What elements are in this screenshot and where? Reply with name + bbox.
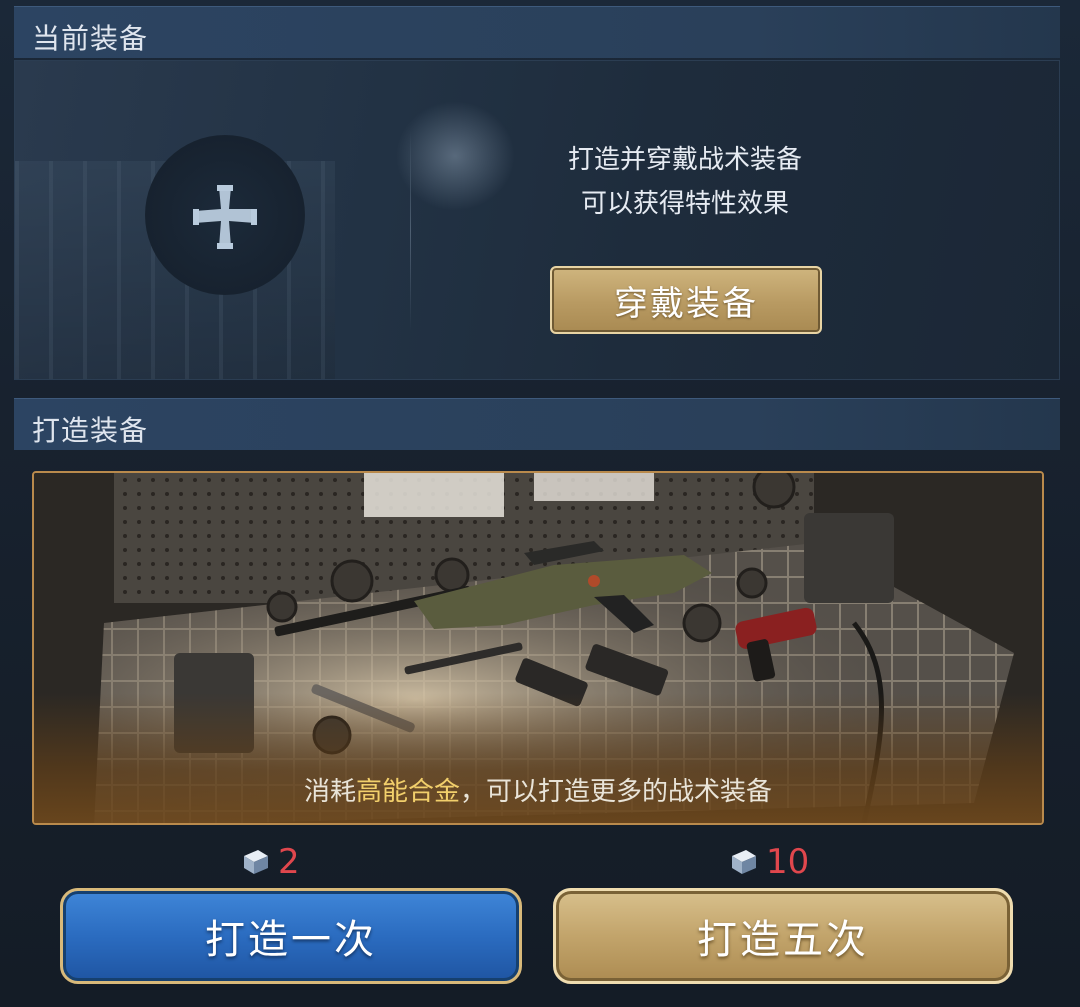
info-line-1: 打造并穿戴战术装备 xyxy=(567,145,802,175)
equipment-slot[interactable] xyxy=(145,135,305,295)
alloy-ingot-icon xyxy=(244,850,268,874)
forge-five-cost-value: 10 xyxy=(766,842,810,882)
desc-prefix: 消耗 xyxy=(303,777,356,807)
forge-once-cost: 2 xyxy=(240,842,300,882)
desc-suffix: ，可以打造更多的战术装备 xyxy=(460,777,773,807)
desc-highlight-material: 高能合金 xyxy=(355,777,460,807)
forge-once-button[interactable]: 打造一次 xyxy=(60,888,522,984)
alloy-ingot-icon xyxy=(732,850,756,874)
forge-banner: 消耗高能合金，可以打造更多的战术装备 xyxy=(32,471,1044,825)
forge-header: 打造装备 xyxy=(14,398,1060,450)
info-line-2: 可以获得特性效果 xyxy=(580,189,789,219)
forge-once-cost-value: 2 xyxy=(278,842,300,882)
forge-five-cost: 10 xyxy=(728,842,809,882)
current-equipment-header: 当前装备 xyxy=(14,6,1060,58)
current-equipment-panel: 打造并穿戴战术装备 可以获得特性效果 穿戴装备 xyxy=(14,60,1060,380)
forge-five-button[interactable]: 打造五次 xyxy=(553,888,1013,984)
panel-divider xyxy=(410,131,411,331)
forge-title: 打造装备 xyxy=(32,414,149,447)
wear-equipment-button[interactable]: 穿戴装备 xyxy=(550,266,822,334)
forge-description: 消耗高能合金，可以打造更多的战术装备 xyxy=(34,771,1042,808)
current-equipment-title: 当前装备 xyxy=(32,22,149,55)
plus-cross-icon xyxy=(193,185,257,249)
